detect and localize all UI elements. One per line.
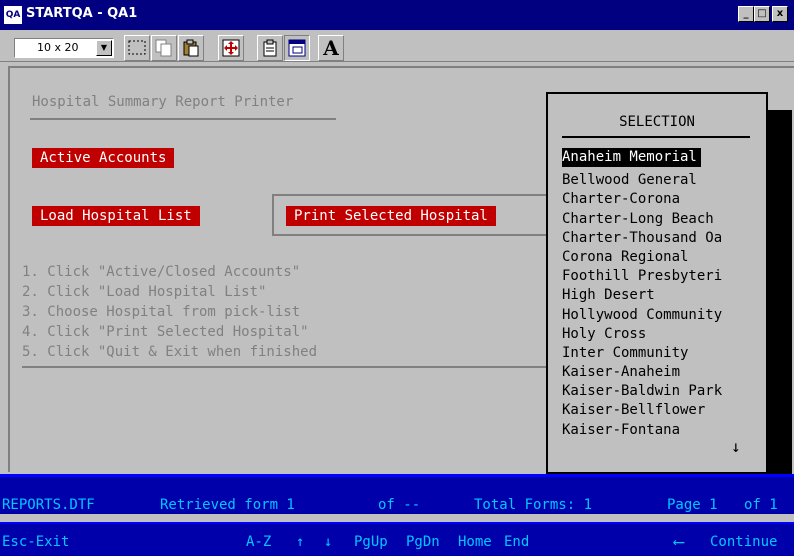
instructions-divider (22, 366, 548, 368)
status-bar: REPORTS.DTF Retrieved form 1 of -- Total… (0, 474, 794, 514)
instruction-1: 1. Click "Active/Closed Accounts" (22, 264, 301, 280)
fullscreen-icon (222, 39, 240, 57)
page-number: Page 1 (667, 497, 718, 513)
minimize-button[interactable]: _ (738, 6, 754, 22)
background-button[interactable] (284, 35, 310, 61)
instruction-5: 5. Click "Quit & Exit when finished (22, 344, 318, 360)
app-icon: QA (4, 6, 22, 24)
font-size-value: 10 x 20 (37, 41, 79, 54)
file-name: REPORTS.DTF (2, 497, 95, 513)
active-accounts-button[interactable]: Active Accounts (32, 148, 175, 168)
maximize-button[interactable]: □ (754, 6, 770, 22)
list-item[interactable]: Kaiser-Baldwin Park (562, 382, 762, 401)
print-selected-hospital-button[interactable]: Print Selected Hospital (286, 206, 496, 226)
mark-icon (128, 40, 146, 55)
continue-key[interactable]: Continue (710, 534, 777, 550)
scroll-down-icon[interactable]: ↓ (731, 437, 741, 456)
selection-divider (562, 136, 750, 138)
az-key[interactable]: A-Z (246, 534, 271, 550)
window-title: STARTQA - QA1 (26, 6, 138, 21)
list-item[interactable]: Bellwood General (562, 171, 762, 190)
key-hint-bar: Esc-Exit A-Z ↑ ↓ PgUp PgDn Home End ⟵ Co… (0, 522, 794, 556)
esc-exit-key[interactable]: Esc-Exit (2, 534, 69, 550)
form-of-count: of -- (378, 497, 421, 513)
instruction-3: 3. Choose Hospital from pick-list (22, 304, 301, 320)
paste-icon (183, 39, 199, 57)
end-key[interactable]: End (504, 534, 529, 550)
list-item[interactable]: High Desert (562, 286, 762, 305)
list-item[interactable]: Holy Cross (562, 325, 762, 344)
list-item[interactable]: Kaiser-Anaheim (562, 363, 762, 382)
chevron-down-icon[interactable]: ▼ (96, 40, 112, 56)
home-key[interactable]: Home (458, 534, 492, 550)
font-button[interactable]: A (318, 35, 344, 61)
load-hospital-list-button[interactable]: Load Hospital List (32, 206, 200, 226)
retrieved-form: Retrieved form 1 (160, 497, 295, 513)
up-arrow-icon[interactable]: ↑ (296, 534, 304, 550)
instruction-4: 4. Click "Print Selected Hospital" (22, 324, 309, 340)
list-item[interactable]: Foothill Presbyteri (562, 267, 762, 286)
page-total: of 1 (744, 497, 778, 513)
list-item[interactable]: Charter-Corona (562, 190, 762, 209)
selection-list-popup[interactable]: SELECTION Anaheim Memorial Bellwood Gene… (546, 92, 768, 474)
title-underline (30, 118, 336, 120)
down-arrow-icon[interactable]: ↓ (324, 534, 332, 550)
instruction-2: 2. Click "Load Hospital List" (22, 284, 267, 300)
mark-button[interactable] (124, 35, 150, 61)
copy-icon (155, 39, 172, 57)
properties-button[interactable] (257, 35, 283, 61)
paste-button[interactable] (178, 35, 204, 61)
list-item[interactable]: Kaiser-Bellflower (562, 401, 762, 420)
list-item[interactable]: Inter Community (562, 344, 762, 363)
hospital-list[interactable]: Anaheim Memorial Bellwood General Charte… (562, 148, 762, 440)
list-item[interactable]: Anaheim Memorial (562, 148, 701, 168)
selection-title: SELECTION (619, 114, 695, 130)
fullscreen-button[interactable] (218, 35, 244, 61)
toolbar: 10 x 20 ▼ A (0, 30, 794, 62)
page-title: Hospital Summary Report Printer (32, 94, 294, 110)
pgup-key[interactable]: PgUp (354, 534, 388, 550)
copy-button[interactable] (151, 35, 177, 61)
list-item[interactable]: Hollywood Community (562, 306, 762, 325)
title-bar: QA STARTQA - QA1 _ □ x (0, 0, 794, 30)
list-item[interactable]: Charter-Thousand Oa (562, 229, 762, 248)
close-button[interactable]: x (772, 6, 788, 22)
font-size-select[interactable]: 10 x 20 ▼ (14, 38, 114, 58)
list-item[interactable]: Corona Regional (562, 248, 762, 267)
properties-icon (263, 39, 277, 57)
window-icon (288, 39, 306, 57)
enter-icon: ⟵ (674, 532, 684, 551)
list-item[interactable]: Charter-Long Beach (562, 210, 762, 229)
total-forms: Total Forms: 1 (474, 497, 593, 513)
pgdn-key[interactable]: PgDn (406, 534, 440, 550)
